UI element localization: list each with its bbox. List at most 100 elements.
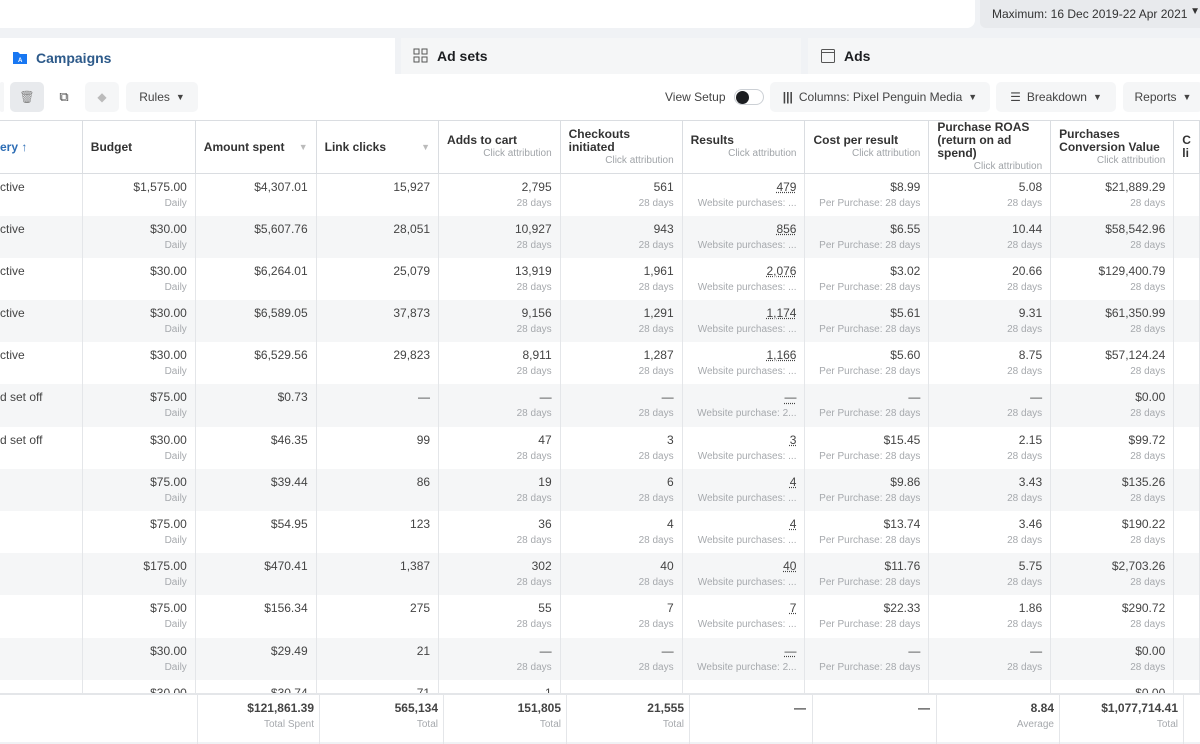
results-value[interactable]: 7: [790, 601, 797, 615]
table-row[interactable]: d set off $30.00 Daily $46.35 99 47 28 days 3 28…: [0, 426, 1200, 469]
total-sublabel: Total Spent: [263, 719, 314, 730]
roas-value: 3.43: [1018, 474, 1043, 489]
table-row[interactable]: $75.00 Daily $54.95 123 36 28 days 4 28 days 4 We…: [0, 511, 1200, 554]
adds-sublabel: 28 days: [516, 619, 552, 631]
checkouts-value: 7: [666, 601, 674, 616]
sort-icon[interactable]: ▼: [299, 141, 308, 154]
table-row[interactable]: $75.00 Daily $39.44 86 19 28 days 6 28 days 4 Web…: [0, 468, 1200, 511]
date-range-picker[interactable]: Maximum: 16 Dec 2019-22 Apr 2021 ▼: [980, 0, 1200, 28]
column-label: Purchase ROAS (return on ad spend): [937, 120, 1030, 160]
column-header[interactable]: Checkouts initiated Click attribution: [560, 120, 683, 174]
duplicate-button[interactable]: ⧉: [47, 82, 81, 112]
total-sublabel: Total: [1156, 719, 1178, 730]
tag-button[interactable]: ◆: [85, 82, 119, 112]
tab-ads[interactable]: Ads: [808, 38, 1200, 74]
results-value[interactable]: 40: [783, 559, 796, 573]
sort-icon[interactable]: ▼: [421, 141, 430, 154]
results-value[interactable]: 479: [776, 180, 796, 194]
tab-label: Ads: [844, 48, 871, 64]
results-value[interactable]: 2,076: [766, 264, 796, 278]
value-sublabel: 28 days: [1130, 450, 1166, 462]
results-value[interactable]: 4: [790, 475, 797, 489]
results-value[interactable]: 1,174: [766, 306, 796, 320]
cell-adds: 19 28 days: [438, 468, 561, 511]
cell-link: 21: [316, 637, 440, 680]
cell-value: $21,889.29 28 days: [1050, 173, 1175, 216]
cell-amount: $156.34: [195, 595, 317, 638]
column-header[interactable]: Budget: [82, 120, 196, 174]
view-setup-toggle[interactable]: [733, 89, 764, 105]
adds-value: 13,919: [514, 263, 552, 278]
results-value[interactable]: —: [784, 644, 796, 658]
cell-checkouts: — 28 days: [560, 637, 683, 680]
cell-partial: [1173, 257, 1200, 301]
cell-link: 123: [316, 511, 440, 554]
roas-value: 9.31: [1018, 306, 1043, 321]
caret-down-icon: ▼: [175, 92, 185, 102]
cell-partial: [1173, 595, 1200, 638]
reports-button[interactable]: Reports ▼: [1123, 82, 1200, 112]
cell-adds: 55 28 days: [438, 595, 561, 638]
cell-partial: [1173, 384, 1200, 427]
link-value: 1,387: [400, 559, 431, 574]
cell-delivery: ctive: [0, 342, 83, 385]
column-header[interactable]: Purchase ROAS (return on ad spend) Click …: [928, 120, 1052, 174]
results-value[interactable]: 856: [776, 222, 796, 236]
checkouts-value: 1,287: [643, 348, 674, 363]
divider: [443, 695, 444, 744]
amount-value: $0.73: [277, 390, 308, 405]
delete-button[interactable]: 🗑: [10, 82, 44, 112]
table-row[interactable]: ctive $30.00 Daily $6,529.56 29,823 8,911 28 d…: [0, 342, 1200, 385]
column-header[interactable]: Link clicks ▼: [316, 120, 440, 174]
results-value[interactable]: 4: [790, 517, 797, 531]
tab-campaigns[interactable]: A Campaigns: [0, 38, 395, 78]
total-roas: 8.84 Average: [1017, 701, 1054, 730]
column-header[interactable]: Results Click attribution: [682, 120, 806, 174]
table-row[interactable]: $75.00 Daily $156.34 275 55 28 days 7 28 days 7 W…: [0, 595, 1200, 638]
search-area[interactable]: [0, 0, 975, 28]
column-header[interactable]: Purchases Conversion Value Click attribut…: [1050, 120, 1175, 174]
results-sublabel: Website purchases: ...: [697, 366, 797, 378]
cell-roas: — 28 days: [928, 637, 1052, 680]
cell-amount: $29.49: [195, 637, 317, 680]
cell-cost: $5.61 Per Purchase: 28 days: [804, 300, 930, 343]
column-header[interactable]: C li: [1173, 120, 1200, 174]
checkouts-value: 40: [660, 559, 674, 574]
edit-button[interactable]: [0, 82, 4, 112]
roas-sublabel: 28 days: [1007, 619, 1043, 631]
table-row[interactable]: ctive $30.00 Daily $6,589.05 37,873 9,156 28 d…: [0, 300, 1200, 343]
table-row[interactable]: ctive $1,575.00 Daily $4,307.01 15,927 2,795 2…: [0, 173, 1200, 216]
checkouts-sublabel: 28 days: [638, 239, 674, 251]
table-row[interactable]: $175.00 Daily $470.41 1,387 302 28 days 40 28 d…: [0, 553, 1200, 596]
table-row[interactable]: d set off $75.00 Daily $0.73 — — 28 days — 28 da…: [0, 384, 1200, 427]
column-header[interactable]: ery ↑: [0, 120, 83, 174]
cost-sublabel: Per Purchase: 28 days: [819, 661, 921, 673]
column-header[interactable]: Cost per result Click attribution: [804, 120, 930, 174]
reports-label: Reports: [1134, 90, 1177, 104]
breakdown-button[interactable]: ☰ Breakdown ▼: [996, 82, 1116, 112]
cell-cost: — Per Purchase: 28 days: [804, 384, 930, 427]
value-value: $290.72: [1121, 601, 1166, 616]
cell-value: $58,542.96 28 days: [1050, 215, 1175, 258]
adds-sublabel: 28 days: [516, 366, 552, 378]
cell-amount: $4,307.01: [195, 173, 317, 216]
column-header[interactable]: Adds to cart Click attribution: [438, 120, 561, 174]
tab-ad-sets[interactable]: Ad sets: [401, 38, 801, 74]
results-value[interactable]: 3: [790, 433, 797, 447]
cell-roas: 5.08 28 days: [928, 173, 1052, 216]
cell-adds: 9,156 28 days: [438, 300, 561, 343]
table-row[interactable]: ctive $30.00 Daily $5,607.76 28,051 10,927 28 …: [0, 215, 1200, 258]
rules-button[interactable]: Rules ▼: [126, 82, 198, 112]
table-row[interactable]: ctive $30.00 Daily $6,264.01 25,079 13,919 28 …: [0, 257, 1200, 301]
column-header[interactable]: Amount spent ▼: [195, 120, 317, 174]
results-value[interactable]: —: [784, 390, 796, 404]
roas-sublabel: 28 days: [1007, 535, 1043, 546]
folder-icon: A: [13, 52, 27, 64]
link-value: 29,823: [393, 348, 431, 363]
roas-value: —: [1030, 390, 1043, 405]
table-row[interactable]: $30.00 Daily $29.49 21 — 28 days — 28 days — Webs…: [0, 637, 1200, 680]
columns-button[interactable]: ||| Columns: Pixel Penguin Media ▼: [770, 82, 990, 112]
cell-results: 3 Website purchases: ...: [682, 426, 806, 469]
total-checkouts: 21,555 Total: [647, 701, 684, 730]
results-value[interactable]: 1,166: [766, 348, 796, 362]
